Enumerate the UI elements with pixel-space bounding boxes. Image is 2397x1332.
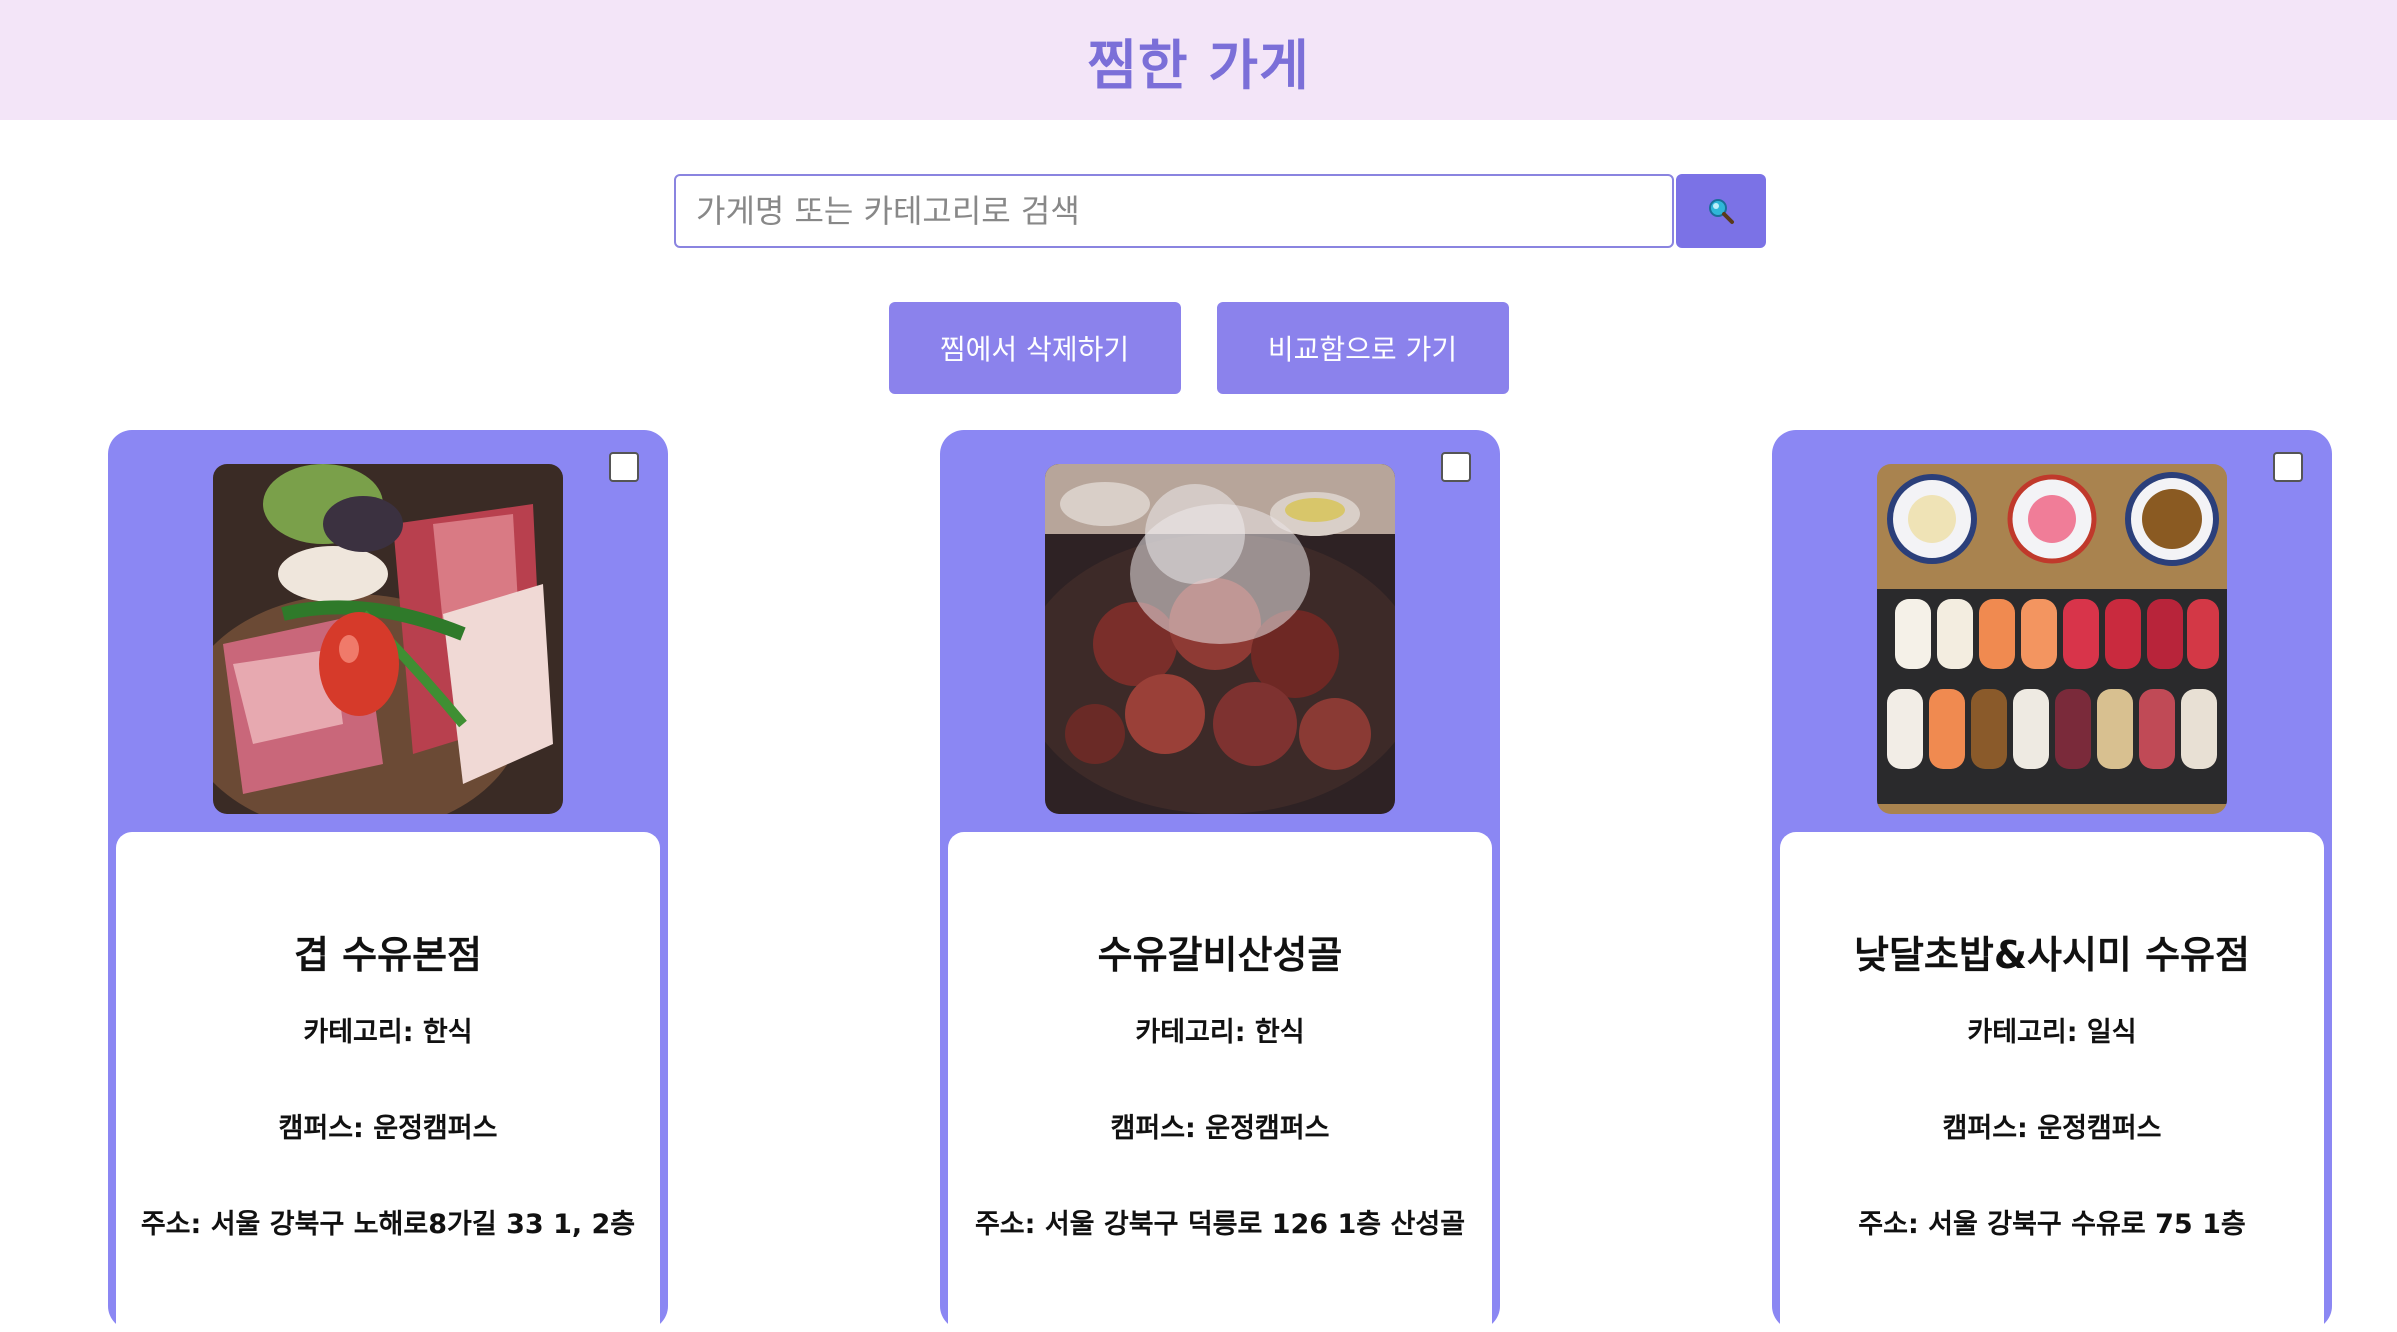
store-image [213, 464, 563, 814]
select-checkbox[interactable] [1441, 452, 1471, 482]
page-header: 찜한 가게 [0, 0, 2397, 120]
store-info: 수유갈비산성골 카테고리: 한식 캠퍼스: 운정캠퍼스 주소: 서울 강북구 덕… [948, 832, 1492, 1332]
store-category: 카테고리: 한식 [303, 1017, 473, 1048]
store-image [1877, 464, 2227, 814]
store-name: 수유갈비산성골 [1097, 933, 1343, 977]
store-address: 주소: 서울 강북구 덕릉로 126 1층 산성골 [974, 1209, 1466, 1240]
store-address: 주소: 서울 강북구 노해로8가길 33 1, 2층 [140, 1209, 636, 1240]
search-input[interactable] [674, 174, 1674, 248]
store-info: 겹 수유본점 카테고리: 한식 캠퍼스: 운정캠퍼스 주소: 서울 강북구 노해… [116, 832, 660, 1332]
store-category: 카테고리: 한식 [1135, 1017, 1305, 1048]
select-checkbox[interactable] [2273, 452, 2303, 482]
go-to-compare-button[interactable]: 비교함으로 가기 [1216, 302, 1509, 394]
store-address: 주소: 서울 강북구 수유로 75 1층 [1858, 1209, 2246, 1240]
search-button[interactable] [1676, 174, 1766, 248]
store-card: 수유갈비산성골 카테고리: 한식 캠퍼스: 운정캠퍼스 주소: 서울 강북구 덕… [940, 430, 1500, 1332]
store-name: 겹 수유본점 [293, 933, 483, 977]
store-campus: 캠퍼스: 운정캠퍼스 [278, 1113, 498, 1144]
store-info: 낮달초밥&사시미 수유점 카테고리: 일식 캠퍼스: 운정캠퍼스 주소: 서울 … [1780, 832, 2324, 1332]
delete-from-favorites-button[interactable]: 찜에서 삭제하기 [888, 302, 1181, 394]
magnifier-icon [1709, 199, 1734, 224]
store-card: 낮달초밥&사시미 수유점 카테고리: 일식 캠퍼스: 운정캠퍼스 주소: 서울 … [1772, 430, 2332, 1332]
search-bar [674, 174, 1766, 248]
store-image [1045, 464, 1395, 814]
store-campus: 캠퍼스: 운정캠퍼스 [1942, 1113, 2162, 1144]
select-checkbox[interactable] [609, 452, 639, 482]
store-category: 카테고리: 일식 [1967, 1017, 2137, 1048]
store-campus: 캠퍼스: 운정캠퍼스 [1110, 1113, 1330, 1144]
store-card: 겹 수유본점 카테고리: 한식 캠퍼스: 운정캠퍼스 주소: 서울 강북구 노해… [108, 430, 668, 1332]
page-title: 찜한 가게 [1087, 33, 1310, 97]
action-bar: 찜에서 삭제하기 비교함으로 가기 [0, 302, 2397, 394]
store-name: 낮달초밥&사시미 수유점 [1854, 933, 2250, 977]
